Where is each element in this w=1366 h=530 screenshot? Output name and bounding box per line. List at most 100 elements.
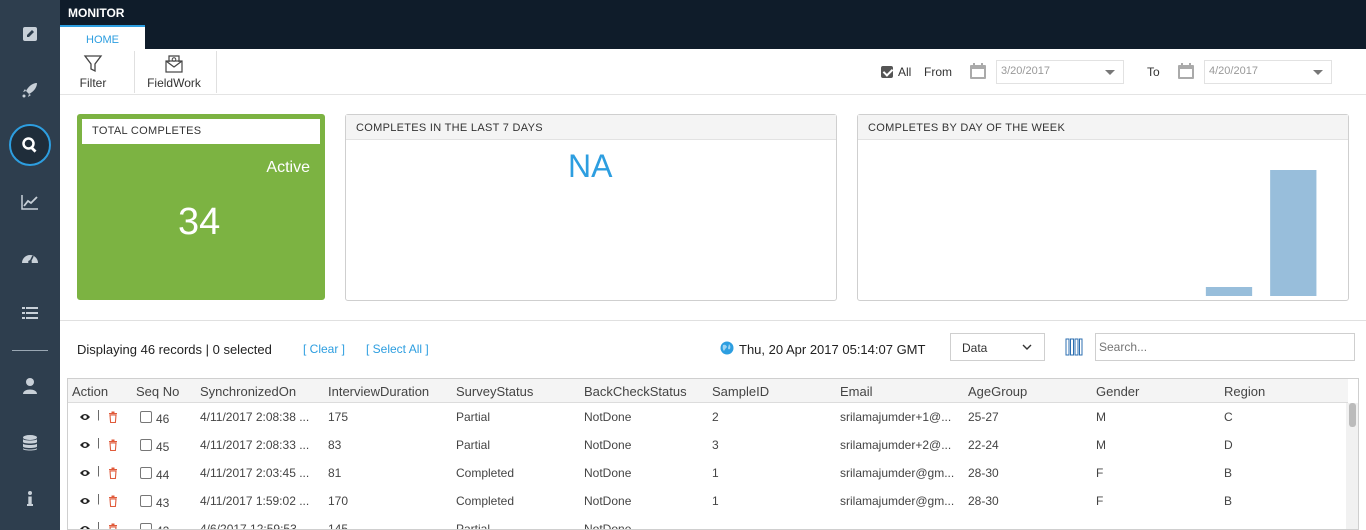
action-separator: | <box>97 437 100 449</box>
records-table: Action Seq No SynchronizedOn InterviewDurat… <box>67 378 1359 530</box>
toolbar-divider <box>134 51 135 93</box>
row-checkbox[interactable] <box>140 411 152 423</box>
chevron-down-icon <box>1105 70 1115 75</box>
delete-trash-icon[interactable] <box>108 523 118 530</box>
list-icon <box>22 307 38 319</box>
cell-region: B <box>1224 466 1233 480</box>
edit-icon <box>23 27 37 41</box>
fieldwork-button[interactable]: FieldWork <box>142 49 206 95</box>
from-calendar-icon[interactable] <box>969 62 987 80</box>
column-header[interactable]: SurveyStatus <box>456 384 533 399</box>
table-scrollbar[interactable] <box>1346 403 1358 529</box>
table-row[interactable]: | 42 4/6/2017 12:59:53 ... 145 Partial NotDon… <box>68 515 1348 530</box>
scrollbar-thumb[interactable] <box>1349 403 1356 427</box>
to-date-field[interactable]: 4/20/2017 <box>1204 60 1332 84</box>
cell-sample: 1 <box>712 466 719 480</box>
seq-no-cell: 44 <box>156 468 170 482</box>
cell-email: srilamajumder@gm... <box>840 494 955 508</box>
sidebar-item-launch[interactable] <box>0 70 60 110</box>
delete-trash-icon[interactable] <box>108 495 118 507</box>
last-7-days-title: COMPLETES IN THE LAST 7 DAYS <box>346 115 836 140</box>
column-header[interactable]: Action <box>72 384 108 399</box>
sidebar-item-analytics[interactable] <box>0 182 60 222</box>
sidebar <box>0 0 60 530</box>
row-checkbox[interactable] <box>140 439 152 451</box>
records-summary: Displaying 46 records | 0 selected <box>77 342 272 357</box>
column-header[interactable]: Seq No <box>136 384 179 399</box>
sidebar-item-list[interactable] <box>0 293 60 333</box>
cell-sample: 1 <box>712 494 719 508</box>
view-eye-icon[interactable] <box>79 468 91 478</box>
cell-sync: 4/11/2017 2:08:38 ... <box>200 410 310 424</box>
cell-sync: 4/6/2017 12:59:53 ... <box>200 522 311 530</box>
table-row[interactable]: | 44 4/11/2017 2:03:45 ... 81 Completed NotDo… <box>68 459 1348 487</box>
column-header[interactable]: InterviewDuration <box>328 384 429 399</box>
from-date-field[interactable]: 3/20/2017 <box>996 60 1124 84</box>
column-header[interactable]: SampleID <box>712 384 769 399</box>
cell-sync: 4/11/2017 1:59:02 ... <box>200 494 310 508</box>
fieldwork-label: FieldWork <box>147 76 201 90</box>
delete-trash-icon[interactable] <box>108 411 118 423</box>
view-eye-icon[interactable] <box>79 496 91 506</box>
row-checkbox[interactable] <box>140 523 152 529</box>
select-all-link[interactable]: [ Select All ] <box>366 342 429 356</box>
cell-dur: 170 <box>328 494 349 508</box>
cell-gender: F <box>1096 494 1104 508</box>
all-checkbox[interactable] <box>881 66 893 78</box>
clear-link[interactable]: [ Clear ] <box>303 342 345 356</box>
row-checkbox[interactable] <box>140 467 152 479</box>
view-mode-value: Data <box>962 341 988 355</box>
to-calendar-icon[interactable] <box>1177 62 1195 80</box>
sidebar-item-user[interactable] <box>0 366 60 406</box>
filter-button[interactable]: Filter <box>72 49 114 95</box>
sidebar-item-dashboard[interactable] <box>0 238 60 278</box>
action-separator: | <box>97 465 100 477</box>
total-status-label: Active <box>266 159 310 176</box>
view-mode-select[interactable]: Data <box>950 333 1045 361</box>
by-day-bar-chart <box>1205 170 1317 296</box>
cell-age: 28-30 <box>968 466 999 480</box>
cell-age: 28-30 <box>968 494 999 508</box>
search-input[interactable] <box>1095 333 1355 361</box>
delete-trash-icon[interactable] <box>108 439 118 451</box>
dashboard-gauge-icon <box>22 255 38 264</box>
cell-status: Completed <box>456 494 515 508</box>
columns-icon[interactable] <box>1065 338 1083 356</box>
total-completes-value: 34 <box>178 201 221 243</box>
cell-status: Completed <box>456 466 515 480</box>
column-header[interactable]: Email <box>840 384 873 399</box>
cell-sync: 4/11/2017 2:03:45 ... <box>200 466 310 480</box>
seq-no-cell: 42 <box>156 524 169 529</box>
column-header[interactable]: AgeGroup <box>968 384 1027 399</box>
seq-no-cell: 43 <box>156 496 170 510</box>
cell-region: C <box>1224 410 1233 424</box>
sidebar-item-info[interactable] <box>0 479 60 519</box>
view-eye-icon[interactable] <box>79 524 91 530</box>
sidebar-item-database[interactable] <box>0 423 60 463</box>
view-eye-icon[interactable] <box>79 412 91 422</box>
tab-home[interactable]: HOME <box>60 25 145 49</box>
cell-bc: NotDone <box>584 522 632 530</box>
table-row[interactable]: | 43 4/11/2017 1:59:02 ... 170 Completed NotD… <box>68 487 1348 515</box>
column-header[interactable]: Gender <box>1096 384 1139 399</box>
user-icon <box>23 378 37 394</box>
chart-bar <box>1270 170 1317 296</box>
cell-gender: M <box>1096 410 1106 424</box>
table-row[interactable]: | 45 4/11/2017 2:08:33 ... 83 Partial NotDone… <box>68 431 1348 459</box>
filter-label: Filter <box>79 76 107 90</box>
top-bar: MONITOR HOME <box>60 0 1366 49</box>
total-completes-title: TOTAL COMPLETES <box>82 119 320 144</box>
last-7-days-value: NA <box>568 148 613 184</box>
row-checkbox[interactable] <box>140 495 152 507</box>
cell-gender: F <box>1096 466 1104 480</box>
cell-bc: NotDone <box>584 466 632 480</box>
table-row[interactable]: | 46 4/11/2017 2:08:38 ... 175 Partial NotDon… <box>68 403 1348 431</box>
sidebar-item-monitor[interactable] <box>0 125 60 165</box>
view-eye-icon[interactable] <box>79 440 91 450</box>
all-label: All <box>898 65 912 79</box>
column-header[interactable]: Region <box>1224 384 1265 399</box>
column-header[interactable]: SynchronizedOn <box>200 384 296 399</box>
sidebar-item-edit[interactable] <box>0 14 60 54</box>
column-header[interactable]: BackCheckStatus <box>584 384 687 399</box>
delete-trash-icon[interactable] <box>108 467 118 479</box>
